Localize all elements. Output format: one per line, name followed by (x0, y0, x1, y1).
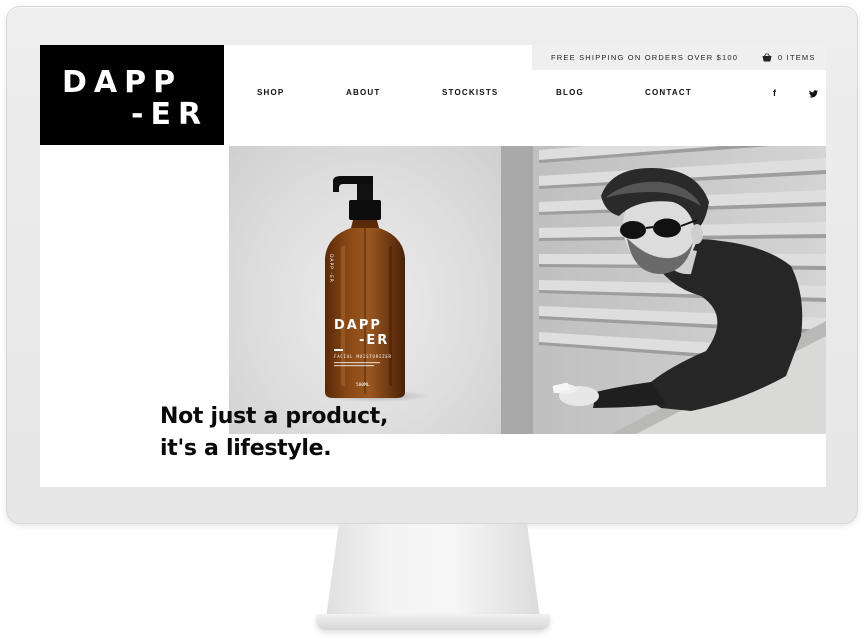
site-logo[interactable]: DAPP -ER (40, 45, 224, 145)
website-screen: DAPP -ER FREE SHIPPING ON ORDERS OVER $1… (40, 45, 826, 487)
monitor-stand (326, 524, 540, 618)
tagline-line-2: it's a lifestyle. (160, 436, 332, 461)
hero-tagline: Not just a product, it's a lifestyle. (160, 401, 388, 465)
bottle-fine-print (334, 365, 374, 367)
product-image: DAPP -ER FACIAL MOISTURIZER 500ML DAPP -… (229, 146, 501, 434)
logo-line-1: DAPP (62, 65, 183, 100)
nav-about[interactable]: ABOUT (346, 88, 380, 97)
bottle-volume: 500ML (356, 382, 370, 388)
promo-bar: FREE SHIPPING ON ORDERS OVER $100 0 ITEM… (532, 45, 826, 70)
bottle-label-dash (334, 349, 343, 351)
free-shipping-notice: FREE SHIPPING ON ORDERS OVER $100 (551, 53, 739, 62)
bottle-brand-line-1: DAPP (334, 318, 382, 333)
facebook-icon[interactable]: f (773, 88, 776, 98)
bottle-brand-line-2: -ER (359, 333, 389, 348)
logo-line-2: -ER (131, 97, 209, 132)
cart-count: 0 ITEMS (778, 53, 816, 62)
bottle-side-label: DAPP -ER (328, 254, 334, 283)
cart-link[interactable]: 0 ITEMS (762, 53, 816, 62)
bottle-subtitle: FACIAL MOISTURIZER (334, 354, 392, 359)
twitter-icon[interactable] (809, 90, 818, 100)
monitor-stand-base (316, 614, 550, 630)
bottle-fine-print (334, 362, 380, 364)
nav-stockists[interactable]: STOCKISTS (442, 88, 498, 97)
nav-blog[interactable]: BLOG (556, 88, 584, 97)
tagline-line-1: Not just a product, (160, 404, 389, 429)
shopping-basket-icon (762, 53, 772, 62)
nav-contact[interactable]: CONTACT (645, 88, 692, 97)
nav-shop[interactable]: SHOP (257, 88, 284, 97)
model-photo (501, 146, 826, 434)
